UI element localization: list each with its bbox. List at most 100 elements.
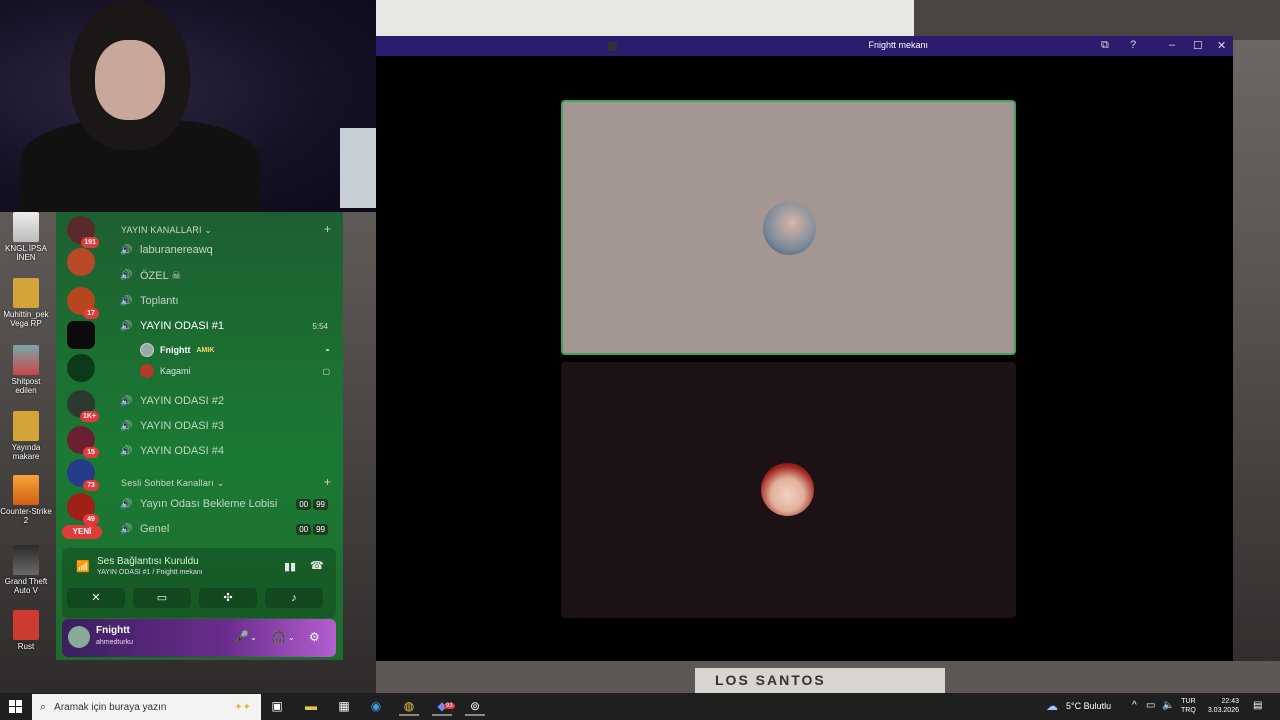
channel-name: laburanereawq xyxy=(140,244,213,256)
headphones-icon[interactable]: 🎧 xyxy=(271,630,286,644)
close-icon[interactable]: ✕ xyxy=(1217,39,1226,52)
noise-suppression-icon[interactable]: ▮▮ xyxy=(284,560,296,573)
desktop-icon-shitpost[interactable]: Shitpost edilen xyxy=(0,345,52,395)
help-icon[interactable]: ? xyxy=(1130,39,1136,51)
category-label: Sesli Sohbet Kanalları xyxy=(121,478,214,488)
add-channel-icon[interactable]: + xyxy=(324,475,331,489)
voice-member[interactable]: Fnightt AMIK ◓ xyxy=(140,341,330,359)
add-channel-icon[interactable]: + xyxy=(324,222,331,236)
minimize-icon[interactable]: – xyxy=(1169,39,1175,51)
member-tag: AMIK xyxy=(196,346,215,354)
member-name: Kagami xyxy=(160,366,191,376)
chevron-down-icon[interactable]: ⌄ xyxy=(288,633,295,642)
desktop-icon-yayinda[interactable]: Yayında makare xyxy=(0,411,52,461)
edge-icon[interactable]: ◉ xyxy=(366,697,386,716)
voice-channel[interactable]: 🔊 Yayın Odası Bekleme Lobisi 00 99 xyxy=(120,494,332,514)
speaker-icon: 🔊 xyxy=(120,498,133,510)
user-avatar[interactable] xyxy=(68,626,90,648)
volume-icon[interactable]: 🔈 xyxy=(1162,700,1174,711)
desktop-icon-cs2[interactable]: Counter-Strike 2 xyxy=(0,475,52,525)
weather-text[interactable]: 5°C Bulutlu xyxy=(1066,701,1111,711)
speaker-icon: 🔊 xyxy=(120,420,133,432)
background-shelf xyxy=(914,0,1280,40)
voice-status-title[interactable]: Ses Bağlantısı Kuruldu xyxy=(97,556,199,567)
folder-icon xyxy=(13,278,39,308)
activities-button[interactable]: ✣ xyxy=(199,588,257,608)
voice-channel[interactable]: 🔊 Genel 00 99 xyxy=(120,519,332,539)
discord-sidebar: 191 17 1K+ 15 73 49 YENİ YAYIN KANALLARI… xyxy=(56,212,343,660)
category-header[interactable]: YAYIN KANALLARI ⌄ xyxy=(121,225,212,236)
obs-icon[interactable]: ⊚ xyxy=(465,697,485,716)
speaker-icon: 🔊 xyxy=(120,295,133,307)
streaming-icon: ◓ xyxy=(325,345,330,355)
gta-icon xyxy=(13,545,39,575)
chevron-down-icon: ⌄ xyxy=(216,478,225,488)
window-titlebar[interactable]: Fnightt mekanı ⧉ ? – ☐ ✕ xyxy=(376,36,1233,56)
webcam-overlay xyxy=(0,0,376,212)
soundboard-button[interactable]: ♪ xyxy=(265,588,323,608)
user-status: ahmedturku xyxy=(96,639,133,646)
voice-channel-active[interactable]: 🔊 YAYIN ODASI #1 5:54 xyxy=(120,316,332,336)
server-icon[interactable]: 191 xyxy=(67,216,99,248)
voice-channel[interactable]: 🔊 YAYIN ODASI #4 xyxy=(120,441,332,461)
disconnect-icon[interactable]: ☎ xyxy=(310,559,324,572)
desktop-icon-label: Counter-Strike 2 xyxy=(0,507,52,525)
camera-off-button[interactable]: ✕ xyxy=(67,588,125,608)
voice-channel[interactable]: 🔊 YAYIN ODASI #3 xyxy=(120,416,332,436)
maximize-icon[interactable]: ☐ xyxy=(1193,39,1203,52)
folder-icon xyxy=(13,411,39,441)
store-icon[interactable]: ▦ xyxy=(334,697,354,716)
desktop-icon-label: KNGL İPSA İNEN xyxy=(5,244,47,262)
channel-name: YAYIN ODASI #3 xyxy=(140,420,224,432)
microphone-icon[interactable]: 🎤 xyxy=(234,630,249,644)
streamer-face xyxy=(95,40,165,120)
server-icon[interactable] xyxy=(67,354,95,382)
participant-avatar xyxy=(761,463,814,516)
desktop-icon-label: Muhittin_pek Vega RP xyxy=(3,310,49,328)
voice-status-subtitle[interactable]: YAYIN ODASI #1 / Fnightt mekanı xyxy=(97,569,203,576)
category-header[interactable]: Sesli Sohbet Kanalları ⌄ xyxy=(121,478,224,489)
search-placeholder: Aramak için buraya yazın xyxy=(54,701,167,713)
taskbar-search[interactable]: ⌕ Aramak için buraya yazın ✦✦ xyxy=(32,694,261,720)
username[interactable]: Fnightt xyxy=(96,625,130,636)
voice-member[interactable]: Kagami ▢ xyxy=(140,362,330,380)
channel-name: Genel xyxy=(140,523,170,535)
voice-channel[interactable]: 🔊 YAYIN ODASI #2 xyxy=(120,391,332,411)
new-badge[interactable]: YENİ xyxy=(62,525,102,539)
desktop-icon-label: Grand Theft Auto V xyxy=(4,577,48,595)
chrome-icon[interactable]: ◍ xyxy=(399,697,419,716)
network-icon[interactable]: ▭ xyxy=(1146,700,1155,711)
deafened-icon: ▢ xyxy=(322,366,330,376)
settings-gear-icon[interactable]: ⚙ xyxy=(309,630,320,644)
server-icon[interactable]: 15 xyxy=(67,426,99,458)
speaker-icon: 🔊 xyxy=(120,320,133,332)
server-icon[interactable]: 17 xyxy=(67,287,99,319)
avatar xyxy=(140,343,154,357)
server-icon[interactable]: 1K+ xyxy=(67,390,99,422)
voice-channel[interactable]: 🔊 laburanereawq xyxy=(120,240,332,260)
background-sign: LOS SANTOS xyxy=(695,668,945,693)
server-icon[interactable] xyxy=(67,248,95,276)
task-view-icon[interactable]: ▣ xyxy=(267,697,287,716)
server-icon[interactable]: 49 xyxy=(67,493,99,525)
desktop-icon-rust[interactable]: Rust xyxy=(0,610,52,651)
desktop-icon-gta5[interactable]: Grand Theft Auto V xyxy=(0,545,52,595)
voice-channel[interactable]: 🔊 ÖZEL ☠ xyxy=(120,265,332,285)
speaker-icon: 🔊 xyxy=(120,244,133,256)
participant-tile[interactable] xyxy=(561,362,1016,618)
server-icon[interactable] xyxy=(67,321,95,349)
notification-icon[interactable]: ▤ xyxy=(1253,700,1262,711)
popout-icon[interactable]: ⧉ xyxy=(1101,39,1109,52)
desktop-icon-kngl[interactable]: KNGL İPSA İNEN xyxy=(0,212,52,262)
server-icon[interactable]: 73 xyxy=(67,459,99,491)
clock[interactable]: 22:43 3.03.2026 xyxy=(1207,697,1239,715)
windows-start-icon[interactable] xyxy=(9,700,22,713)
voice-channel[interactable]: 🔊 Toplantı xyxy=(120,291,332,311)
screen-share-button[interactable]: ▭ xyxy=(133,588,191,608)
participant-tile-speaking[interactable] xyxy=(561,100,1016,355)
input-language[interactable]: TUR TRQ xyxy=(1181,697,1196,715)
chevron-down-icon[interactable]: ⌄ xyxy=(250,633,257,642)
file-explorer-icon[interactable]: ▬ xyxy=(301,697,321,716)
desktop-icon-muhittin[interactable]: Muhittin_pek Vega RP xyxy=(0,278,52,328)
chevron-up-icon[interactable]: ^ xyxy=(1132,700,1137,711)
